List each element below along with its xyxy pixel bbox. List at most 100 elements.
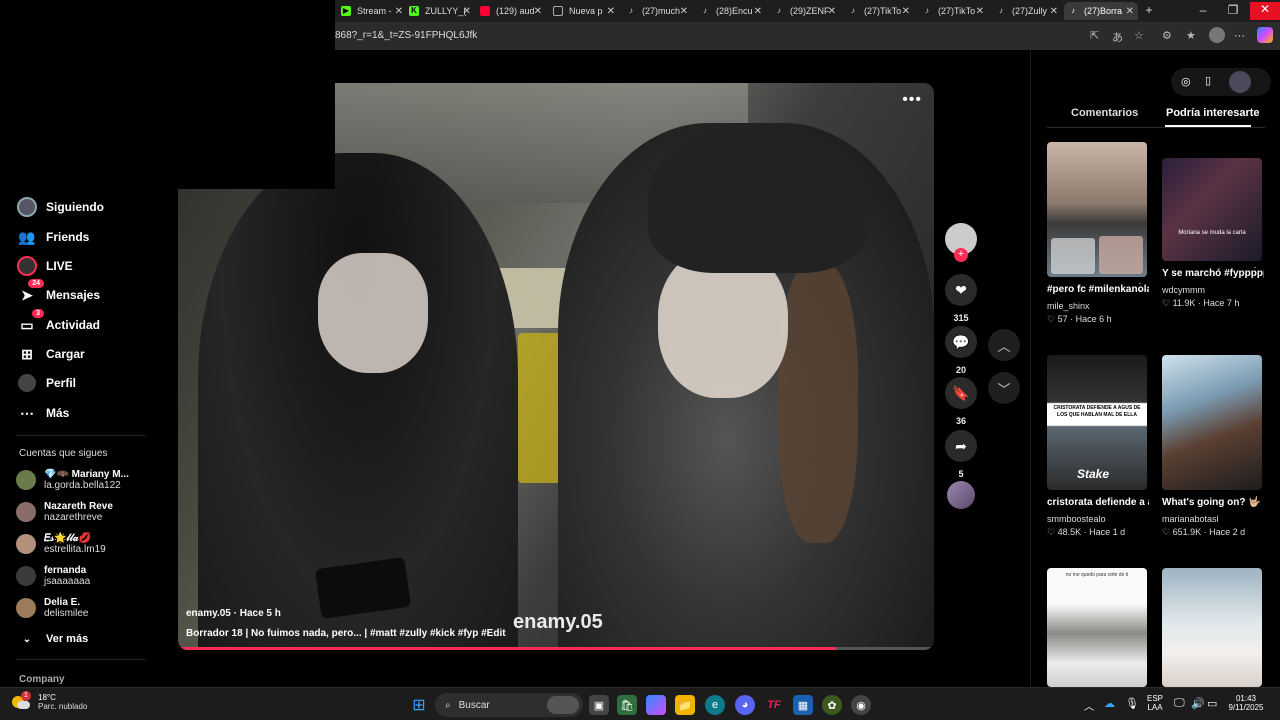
discord-icon[interactable]: ◕ — [735, 695, 755, 715]
copilot-app-icon[interactable] — [646, 695, 666, 715]
microphone-icon[interactable]: 🎙 — [1125, 697, 1139, 710]
recommended-video-card[interactable] — [1162, 568, 1264, 687]
followed-account[interactable]: Nazareth Reve nazarethreve — [16, 501, 166, 523]
xbox-icon[interactable]: ✿ — [822, 695, 842, 715]
minimize-button[interactable]: – — [1188, 3, 1218, 17]
task-view-icon[interactable]: ▣ — [589, 695, 609, 715]
copilot-icon[interactable] — [1257, 27, 1273, 43]
nav-siguiendo[interactable]: Siguiendo — [16, 196, 104, 218]
close-tab-icon[interactable]: ✕ — [902, 6, 910, 17]
new-tab-button[interactable]: + — [1134, 3, 1164, 17]
close-tab-icon[interactable]: ✕ — [395, 6, 403, 17]
followed-account[interactable]: Delia E. delismilee — [16, 597, 166, 619]
followed-account[interactable]: 𝐸𝓈🌟𝓁𝓁𝒶💋 estrellita.lm19 — [16, 533, 166, 555]
recommended-video-card[interactable]: no me quedo para oirte de ti — [1047, 568, 1149, 687]
browser-tab[interactable]: K ZULLYY_(✕ — [405, 2, 475, 20]
browser-tab[interactable]: ▶ Stream - ✕ — [337, 2, 407, 20]
nav-mensajes[interactable]: ➤ 24 Mensajes — [16, 279, 100, 306]
like-button[interactable]: ❤ 315 — [945, 274, 977, 323]
close-tab-icon[interactable]: ✕ — [680, 6, 688, 17]
volume-icon[interactable]: 🔊 — [1191, 697, 1205, 710]
video-options-icon[interactable]: ••• — [902, 91, 922, 109]
browser-tab[interactable]: ♪ (28)Encu ✕ — [696, 2, 766, 20]
nav-live[interactable]: LIVE — [16, 255, 73, 277]
recommended-video-card[interactable]: What's going on? 🤟🏼 @lalujans 💗 marianab… — [1162, 355, 1264, 538]
card-title: Y se marchó #fyppppppppp... — [1162, 268, 1264, 279]
photos-icon[interactable]: ▦ — [793, 695, 813, 715]
close-window-button[interactable]: ✕ — [1250, 2, 1280, 20]
speed-icon[interactable]: ◎ — [1181, 75, 1191, 88]
chevron-down-icon: ﹀ — [997, 381, 1011, 397]
recommended-video-card[interactable]: CRISTORATA DEFIENDE A AGUS DE LOS QUE HA… — [1047, 355, 1149, 538]
close-tab-icon[interactable]: ✕ — [976, 6, 984, 17]
clock[interactable]: 01:43 9/11/2025 — [1226, 694, 1266, 712]
close-tab-icon[interactable]: ✕ — [754, 6, 762, 17]
close-tab-icon[interactable]: ✕ — [534, 6, 542, 17]
browser-tab[interactable]: ♪ (27)TikTo ✕ — [844, 2, 914, 20]
close-tab-icon[interactable]: ✕ — [1126, 6, 1134, 17]
open-in-app-icon[interactable]: ⇱ — [1090, 29, 1099, 42]
save-button[interactable]: 🔖 36 — [945, 377, 977, 426]
url-field[interactable]: 868?_r=1&_t=ZS-91FPHQL6Jfk — [335, 30, 477, 41]
company-link[interactable]: Company — [19, 674, 65, 685]
close-tab-icon[interactable]: ✕ — [463, 6, 471, 17]
user-avatar-icon[interactable] — [1229, 71, 1251, 93]
recommended-video-card[interactable]: #pero fc #milenkanolasco... mile_shinx ♡… — [1047, 142, 1149, 325]
share-count: 5 — [958, 469, 964, 479]
nav-friends[interactable]: 👥 Friends — [16, 226, 89, 248]
follow-plus-icon[interactable]: + — [954, 248, 968, 262]
app-icon[interactable]: TF — [764, 695, 784, 715]
store-icon[interactable]: 🛍 — [617, 695, 637, 715]
browser-tab[interactable]: ♪ (29)ZENF ✕ — [770, 2, 840, 20]
weather-widget[interactable]: 1 18°C Parc. nublado — [12, 691, 87, 711]
close-tab-icon[interactable]: ✕ — [828, 6, 836, 17]
translate-icon[interactable]: あ — [1112, 29, 1123, 45]
tab-recommended[interactable]: Podría interesarte — [1166, 107, 1260, 119]
nav-perfil[interactable]: Perfil — [16, 372, 76, 394]
next-video-button[interactable]: ﹀ — [988, 372, 1020, 404]
sound-button[interactable] — [945, 481, 977, 509]
favorites-icon[interactable]: ★ — [1186, 29, 1196, 42]
see-more-button[interactable]: ⌄ Ver más — [16, 628, 88, 650]
previous-video-button[interactable]: ︿ — [988, 329, 1020, 361]
video-progress[interactable] — [178, 647, 934, 650]
tray-chevron-icon[interactable]: ︿ — [1084, 698, 1094, 713]
battery-icon[interactable]: ▭ — [1207, 697, 1217, 710]
file-explorer-icon[interactable]: 📁 — [675, 695, 695, 715]
card-menu-icon[interactable]: ⋮ — [1135, 282, 1145, 293]
followed-account[interactable]: fernanda jsaaaaaaa — [16, 565, 166, 587]
extensions-icon[interactable]: ⚙ — [1162, 29, 1172, 42]
profile-avatar-icon[interactable] — [1209, 27, 1225, 43]
video-author[interactable]: enamy.05 · Hace 5 h — [186, 608, 281, 619]
browser-tab[interactable]: ♪ (27)TikTo ✕ — [918, 2, 988, 20]
browser-tab[interactable]: ♪ (27)Zully ✕ — [992, 2, 1062, 20]
close-tab-icon[interactable]: ✕ — [607, 6, 615, 17]
bookmark-star-icon[interactable]: ☆ — [1134, 29, 1144, 42]
recommended-video-card[interactable]: Moriana se muda la carla Y se marchó #fy… — [1162, 158, 1264, 309]
close-tab-icon[interactable]: ✕ — [1050, 6, 1058, 17]
share-button[interactable]: ➦ 5 — [945, 430, 977, 479]
device-icon[interactable]: ▯ — [1205, 74, 1211, 87]
bookmark-icon: 🔖 — [945, 377, 977, 409]
browser-tab-active[interactable]: ♪ (27)Borra ✕ — [1064, 2, 1138, 20]
followed-account[interactable]: 💎🦇 Mariany M... la.gorda.bella122 — [16, 469, 166, 491]
nav-cargar[interactable]: ⊞ Cargar — [16, 343, 85, 365]
browser-tab[interactable]: (129) aud ✕ — [476, 2, 546, 20]
comment-button[interactable]: 💬 20 — [945, 326, 977, 375]
browser-tab[interactable]: Nueva p ✕ — [549, 2, 619, 20]
card-menu-icon[interactable]: ⋮ — [1250, 266, 1260, 277]
language-indicator[interactable]: ESP LAA — [1147, 694, 1163, 712]
nav-mas[interactable]: ⋯ Más — [16, 402, 69, 424]
network-icon[interactable]: 🖵 — [1174, 697, 1185, 710]
maximize-button[interactable]: ❐ — [1218, 3, 1248, 17]
tab-comments[interactable]: Comentarios — [1071, 107, 1138, 119]
edge-icon[interactable]: e — [705, 695, 725, 715]
taskbar-search[interactable]: ⌕ Buscar — [435, 693, 583, 717]
onedrive-icon[interactable]: ☁ — [1104, 697, 1115, 710]
browser-menu-icon[interactable]: ⋯ — [1234, 29, 1245, 42]
nav-actividad[interactable]: ▭ 3 Actividad — [16, 309, 100, 336]
browser-tab[interactable]: ♪ (27)much ✕ — [622, 2, 692, 20]
windows-start-icon[interactable]: ⊞ — [409, 695, 429, 715]
obs-icon[interactable]: ◉ — [851, 695, 871, 715]
creator-avatar[interactable]: + — [945, 223, 977, 262]
